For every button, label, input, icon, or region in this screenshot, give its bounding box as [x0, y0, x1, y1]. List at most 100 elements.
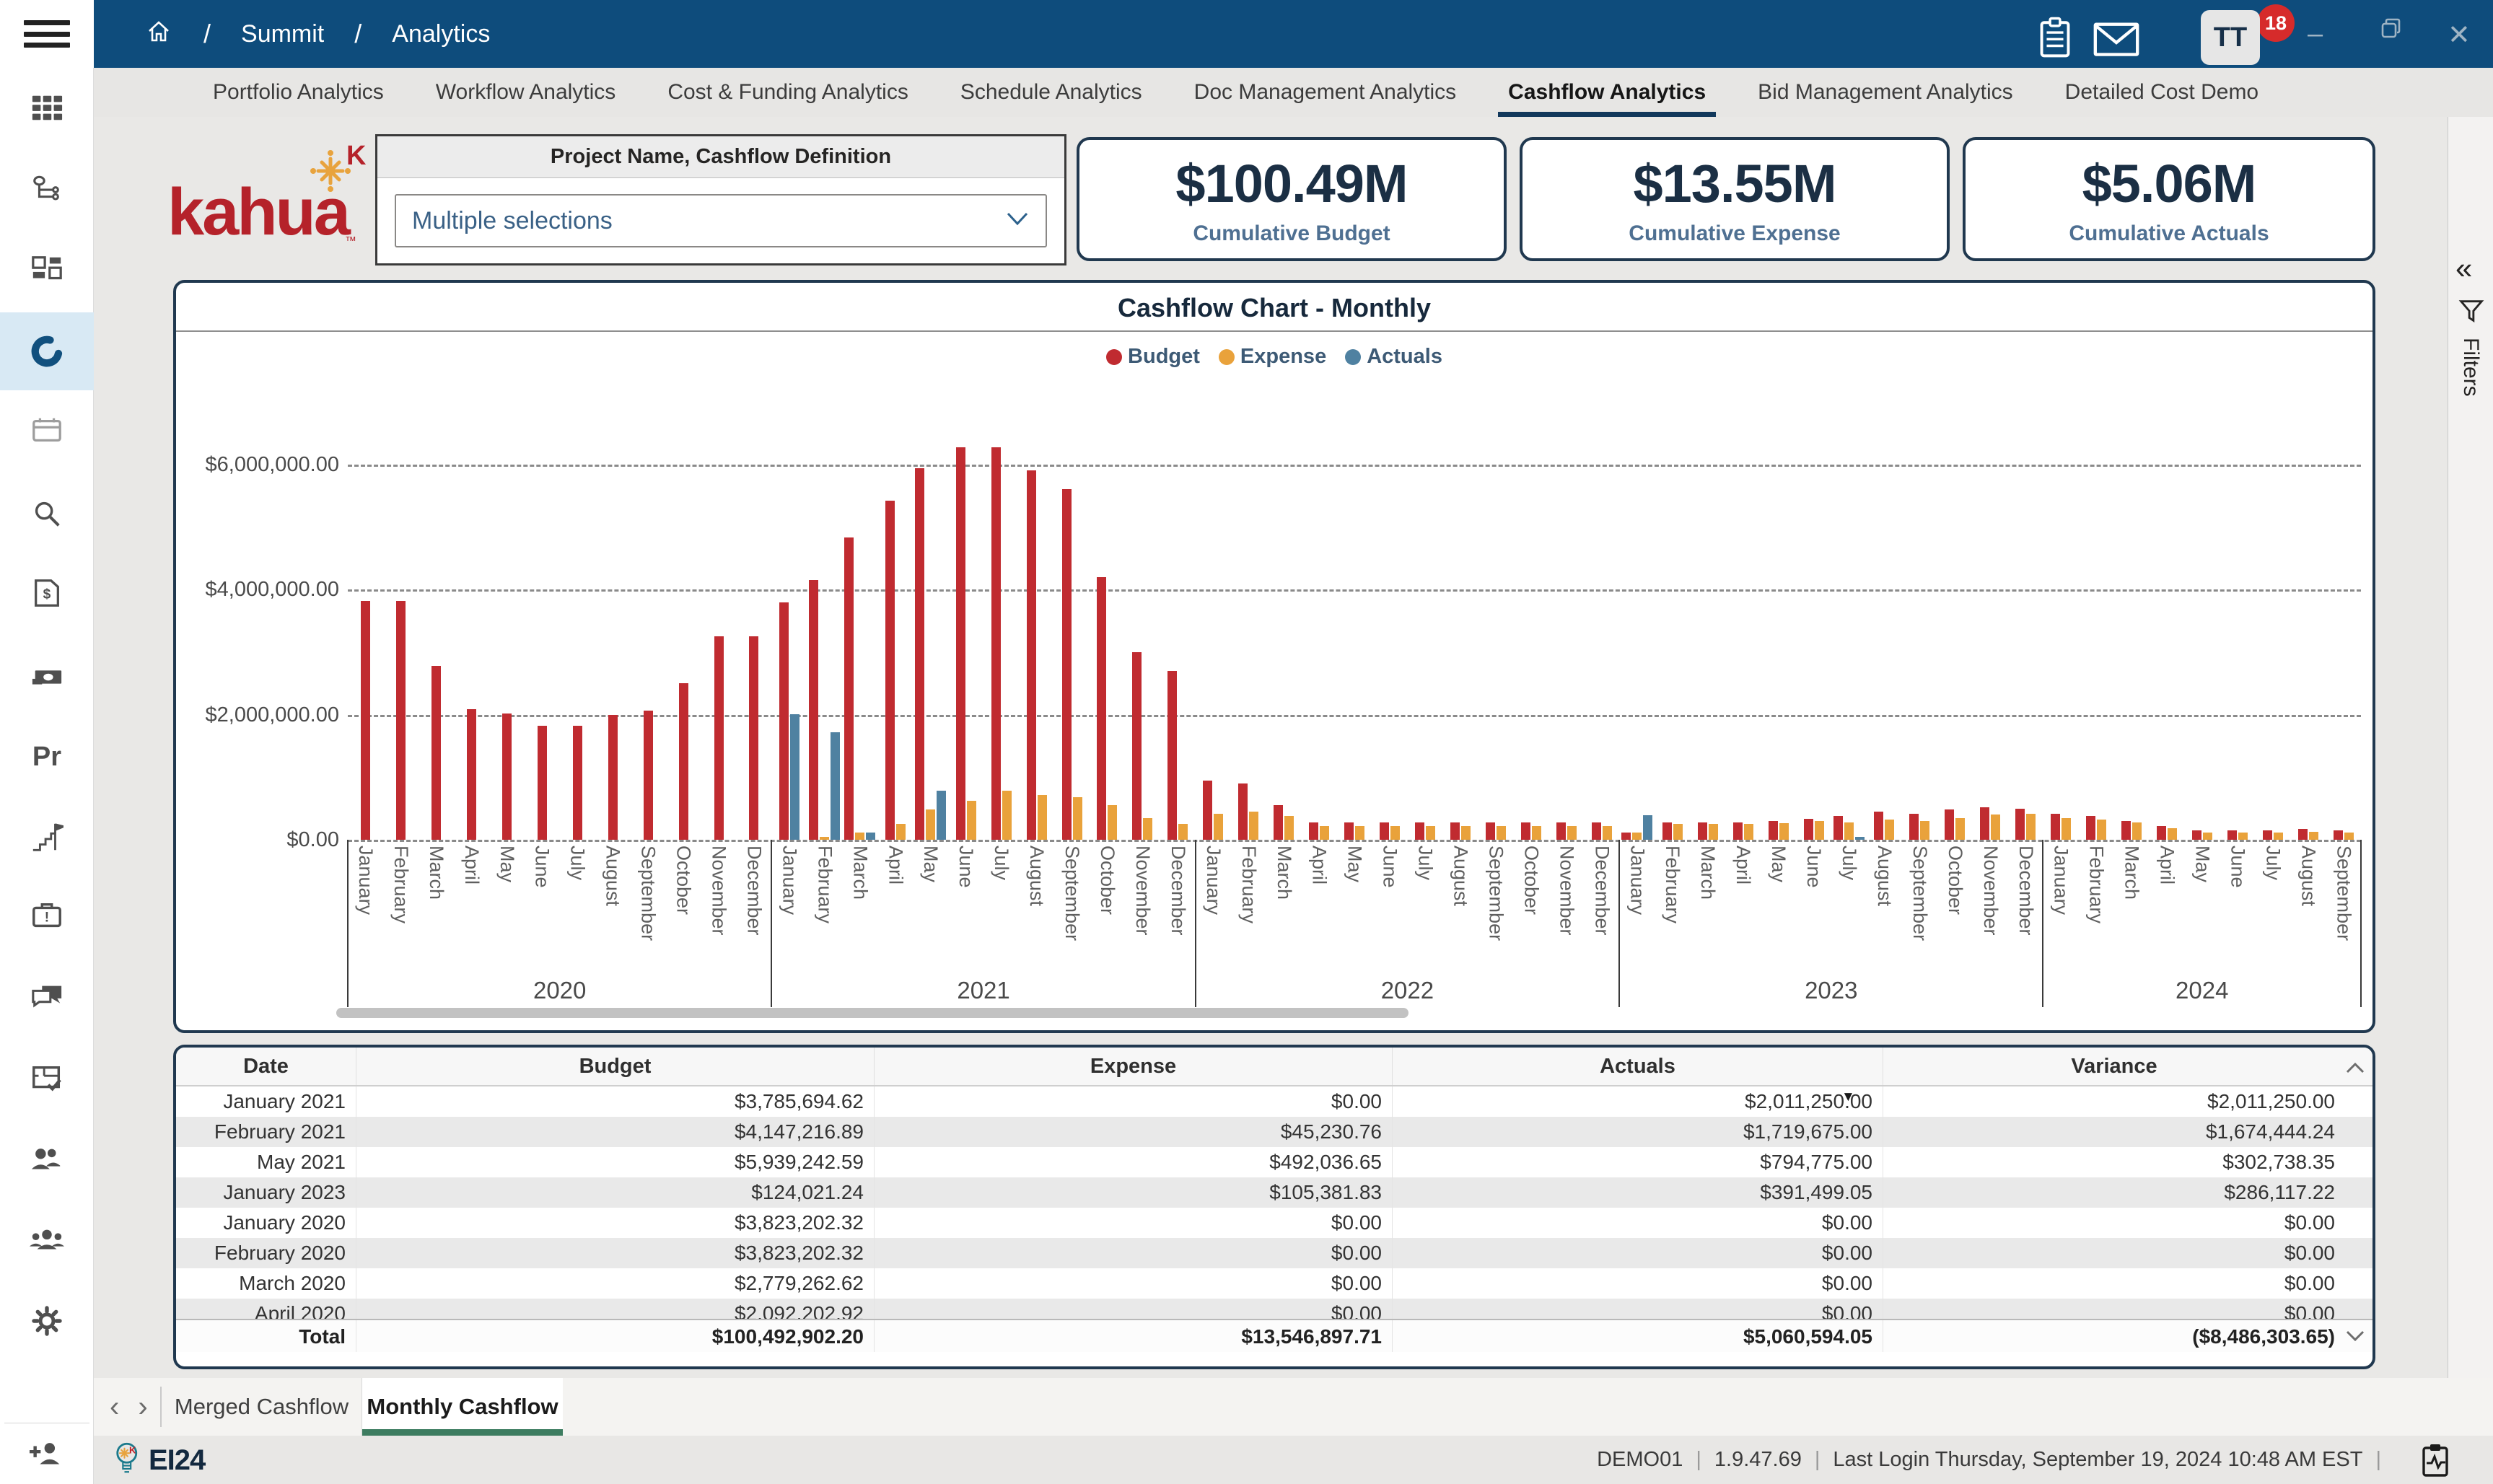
bar-budget[interactable] [538, 726, 547, 840]
bar-budget[interactable] [573, 726, 582, 840]
bar-budget[interactable] [915, 468, 924, 840]
bar-budget[interactable] [608, 715, 618, 840]
table-row[interactable]: January 2021$3,785,694.62$0.00$2,011,250… [176, 1086, 2372, 1117]
sidebar-item-milestone-flag[interactable] [0, 799, 94, 877]
bar-budget[interactable] [467, 709, 476, 840]
bar-expense[interactable] [1991, 815, 2000, 840]
bar-budget[interactable] [679, 683, 688, 840]
table-row[interactable]: January 2020$3,823,202.32$0.00$0.00$0.00 [176, 1208, 2372, 1238]
sidebar-item-dashboard[interactable] [0, 232, 94, 309]
table-scroll-up-icon[interactable] [2345, 1058, 2365, 1080]
bar-budget[interactable] [2192, 830, 2201, 840]
bar-budget[interactable] [1769, 821, 1778, 840]
bar-actuals[interactable] [1643, 815, 1652, 840]
nav-tab-cashflow-analytics[interactable]: Cashflow Analytics [1508, 68, 1706, 117]
bar-actuals[interactable] [866, 833, 875, 840]
table-row[interactable]: April 2020$2,092,202.92$0.00$0.00$0.00 [176, 1299, 2372, 1319]
table-scroll-down-icon[interactable] [2345, 1326, 2365, 1348]
bar-budget[interactable] [1945, 809, 1954, 840]
bar-budget[interactable] [644, 711, 653, 840]
funnel-icon[interactable] [2458, 297, 2485, 328]
bar-expense[interactable] [1390, 826, 1400, 840]
nav-tab-workflow-analytics[interactable]: Workflow Analytics [436, 68, 616, 117]
bar-budget[interactable] [1592, 822, 1601, 840]
bar-budget[interactable] [1238, 783, 1248, 840]
legend-item-budget[interactable]: Budget [1106, 345, 1200, 369]
bar-budget[interactable] [1833, 816, 1843, 840]
bar-expense[interactable] [1567, 826, 1577, 840]
bar-expense[interactable] [1426, 826, 1435, 840]
sheet-tab-merged-cashflow[interactable]: Merged Cashflow [162, 1378, 362, 1436]
bar-expense[interactable] [2203, 833, 2212, 840]
sidebar-item-settings-gear[interactable] [0, 1282, 94, 1360]
bar-actuals[interactable] [831, 732, 840, 840]
bar-expense[interactable] [1744, 824, 1753, 840]
bar-budget[interactable] [885, 501, 895, 840]
sheet-prev-icon[interactable]: ‹ [110, 1391, 119, 1423]
bar-actuals[interactable] [937, 791, 946, 840]
bar-expense[interactable] [1709, 824, 1718, 840]
bar-budget[interactable] [2227, 830, 2237, 840]
bar-expense[interactable] [2309, 832, 2318, 840]
sidebar-item-chat[interactable] [0, 958, 94, 1036]
bar-expense[interactable] [1073, 797, 1082, 840]
bar-budget[interactable] [1486, 822, 1495, 840]
bar-budget[interactable] [956, 447, 965, 840]
sidebar-item-analytics-ring[interactable] [0, 312, 94, 390]
sidebar-item-pr-text[interactable]: Pr [0, 718, 94, 796]
avatar[interactable]: TT [2201, 10, 2260, 65]
bar-budget[interactable] [1097, 577, 1106, 840]
sheet-next-icon[interactable]: › [138, 1391, 147, 1423]
nav-tab-schedule-analytics[interactable]: Schedule Analytics [960, 68, 1142, 117]
tasks-clipboard-icon[interactable] [2035, 16, 2075, 63]
column-header-variance[interactable]: Variance [1883, 1048, 2345, 1085]
bar-budget[interactable] [1662, 822, 1672, 840]
sidebar-item-calendar[interactable] [0, 392, 94, 470]
bar-budget[interactable] [1909, 814, 1919, 840]
sidebar-item-people[interactable] [0, 1120, 94, 1198]
bar-expense[interactable] [1885, 820, 1894, 840]
bar-budget[interactable] [844, 537, 854, 840]
bar-expense[interactable] [2274, 833, 2283, 840]
table-row[interactable]: March 2020$2,779,262.62$0.00$0.00$0.00 [176, 1268, 2372, 1299]
bar-budget[interactable] [2157, 826, 2166, 840]
table-row[interactable]: January 2023$124,021.24$105,381.83$391,4… [176, 1177, 2372, 1208]
bar-expense[interactable] [1955, 818, 1965, 840]
sidebar-item-cash[interactable] [0, 638, 94, 716]
bar-expense[interactable] [1779, 823, 1789, 840]
bar-expense[interactable] [926, 809, 935, 840]
bar-budget[interactable] [361, 601, 370, 840]
sidebar-item-workflow[interactable] [0, 152, 94, 229]
bar-expense[interactable] [1603, 826, 1612, 840]
bar-expense[interactable] [1038, 795, 1047, 840]
bar-expense[interactable] [1002, 791, 1012, 840]
bar-budget[interactable] [2334, 830, 2343, 840]
chart-scrollbar-thumb[interactable] [336, 1008, 1408, 1018]
bar-expense[interactable] [1815, 821, 1824, 840]
home-icon[interactable] [144, 17, 173, 52]
window-minimize-icon[interactable]: – [2308, 19, 2323, 50]
collapse-filters-icon[interactable]: « [2455, 251, 2472, 286]
nav-tab-cost-funding-analytics[interactable]: Cost & Funding Analytics [667, 68, 908, 117]
table-row[interactable]: February 2021$4,147,216.89$45,230.76$1,7… [176, 1117, 2372, 1147]
sidebar-item-add-user[interactable] [0, 1415, 94, 1484]
bar-budget[interactable] [1167, 671, 1177, 840]
bar-budget[interactable] [1027, 470, 1036, 840]
bar-expense[interactable] [1497, 826, 1506, 840]
nav-tab-detailed-cost-demo[interactable]: Detailed Cost Demo [2065, 68, 2258, 117]
sort-descending-icon[interactable]: ▼ [1841, 1089, 1855, 1105]
bar-budget[interactable] [1450, 822, 1460, 840]
bar-budget[interactable] [2121, 821, 2131, 840]
sidebar-item-briefcase-alert[interactable]: ! [0, 877, 94, 954]
breadcrumb-page[interactable]: Analytics [392, 20, 490, 48]
column-header-actuals[interactable]: Actuals [1393, 1048, 1883, 1085]
sidebar-item-floorplan-check[interactable] [0, 1040, 94, 1118]
bar-actuals[interactable] [790, 714, 799, 840]
bar-budget[interactable] [1309, 822, 1318, 840]
bar-budget[interactable] [431, 666, 441, 840]
bar-budget[interactable] [396, 601, 406, 840]
bar-budget[interactable] [1274, 805, 1283, 840]
bar-expense[interactable] [2132, 822, 2142, 840]
bar-budget[interactable] [1415, 822, 1424, 840]
bar-budget[interactable] [1380, 822, 1389, 840]
